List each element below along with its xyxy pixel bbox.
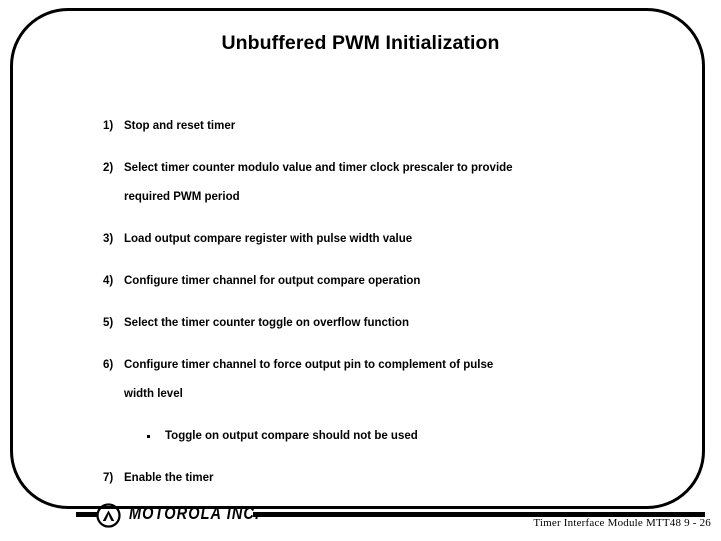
list-item-continuation: required PWM period [124, 191, 240, 203]
list-item-marker: 6) [103, 359, 114, 371]
motorola-wordmark: MOTOROLA INC. [129, 505, 261, 524]
list-item: 6) Configure timer channel to force outp… [103, 351, 623, 409]
list-item: 7) Enable the timer [103, 464, 623, 493]
list-item-continuation: width level [124, 388, 183, 400]
square-bullet-icon [147, 435, 150, 438]
list-item-text: Stop and reset timer [124, 120, 236, 132]
list-item: 1) Stop and reset timer [103, 112, 623, 141]
list-item-marker: 3) [103, 233, 114, 245]
motorola-batwing-icon [96, 503, 121, 528]
list-item-marker: 4) [103, 275, 114, 287]
list-item-marker: 7) [103, 472, 114, 484]
list-item-text: Configure timer channel to force output … [124, 359, 494, 371]
list-item-text: Select timer counter modulo value and ti… [124, 162, 513, 174]
list-item: 4) Configure timer channel for output co… [103, 267, 623, 296]
list-item-marker: 1) [103, 120, 114, 132]
list-item: 2) Select timer counter modulo value and… [103, 154, 623, 212]
footer-text: Timer Interface Module MTT48 9 - 26 [533, 517, 711, 529]
list-item-text: Load output compare register with pulse … [124, 233, 413, 245]
list-item-text: Enable the timer [124, 472, 214, 484]
logo-rule-left [76, 512, 98, 517]
numbered-list: 1) Stop and reset timer 2) Select timer … [103, 112, 623, 506]
sub-list-item-text: Toggle on output compare should not be u… [165, 430, 418, 442]
list-item-text: Select the timer counter toggle on overf… [124, 317, 409, 329]
list-item-marker: 5) [103, 317, 114, 329]
list-item-marker: 2) [103, 162, 114, 174]
list-item-text: Configure timer channel for output compa… [124, 275, 421, 287]
page-title: Unbuffered PWM Initialization [221, 32, 500, 54]
list-item: 5) Select the timer counter toggle on ov… [103, 309, 623, 338]
list-item: 3) Load output compare register with pul… [103, 225, 623, 254]
sub-list-item: Toggle on output compare should not be u… [147, 422, 623, 451]
